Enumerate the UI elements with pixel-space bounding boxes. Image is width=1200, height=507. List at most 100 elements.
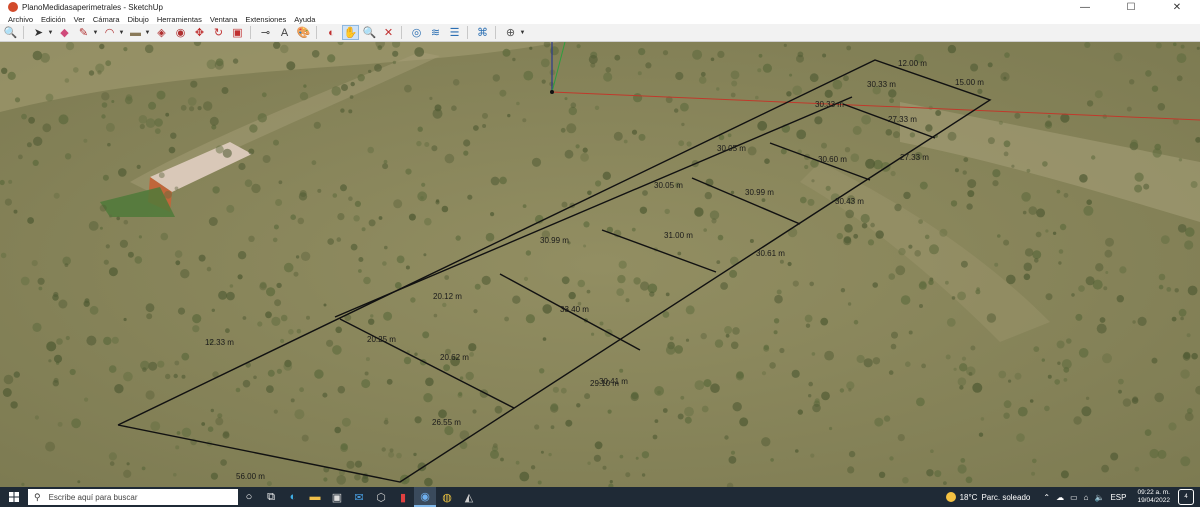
zoom-extents-icon[interactable]: ✕: [380, 25, 397, 40]
cloud-icon[interactable]: ☁: [1056, 493, 1064, 502]
shrub: [1144, 429, 1152, 436]
shrub: [1180, 369, 1190, 379]
shrub: [111, 100, 115, 103]
shrub: [123, 317, 127, 322]
followme-icon[interactable]: ◉: [172, 25, 189, 40]
terrain-icon[interactable]: ≋: [427, 25, 444, 40]
pencil-icon[interactable]: ✎: [75, 25, 92, 40]
extension-warehouse-icon[interactable]: ⊕: [502, 25, 519, 40]
move-icon[interactable]: ✥: [191, 25, 208, 40]
menu-extensiones[interactable]: Extensiones: [245, 15, 286, 24]
layers-icon[interactable]: ☰: [446, 25, 463, 40]
task-view-icon[interactable]: ⧉: [260, 487, 282, 507]
shrub: [889, 98, 894, 104]
shrub: [694, 207, 704, 217]
menu-ver[interactable]: Ver: [74, 15, 85, 24]
network-icon[interactable]: ⌂: [1084, 493, 1089, 502]
tape-measure-icon[interactable]: ⊸: [257, 25, 274, 40]
shrub: [603, 72, 613, 82]
arc-icon[interactable]: ◠: [101, 25, 118, 40]
menu-archivo[interactable]: Archivo: [8, 15, 33, 24]
shrub: [787, 261, 792, 267]
geo-location-icon[interactable]: ◎: [408, 25, 425, 40]
weather-widget[interactable]: 18°C Parc. soleado: [945, 492, 1030, 502]
zoom-icon[interactable]: 🔍: [361, 25, 378, 40]
shrub: [327, 238, 335, 245]
shrub: [83, 138, 88, 143]
chevron-down-icon[interactable]: ▼: [519, 30, 526, 36]
sketchup-layout-icon[interactable]: ◭: [458, 487, 480, 507]
paint-icon[interactable]: 🎨: [295, 25, 312, 40]
shrub: [388, 451, 395, 458]
shrub: [811, 179, 815, 183]
menu-ventana[interactable]: Ventana: [210, 15, 238, 24]
chevron-down-icon[interactable]: ▼: [92, 30, 99, 36]
shrub: [99, 204, 107, 212]
shrub: [732, 327, 740, 335]
shrub: [900, 295, 911, 305]
dimension-label: 27.33 m: [900, 153, 929, 162]
minimize-button[interactable]: —: [1062, 0, 1108, 14]
shrub: [358, 269, 362, 273]
windows-start-button[interactable]: [0, 487, 28, 507]
shrub: [843, 236, 852, 244]
cortana-icon[interactable]: ○: [238, 487, 260, 507]
sketchup-taskbar-icon[interactable]: ◉: [414, 487, 436, 507]
viewport-canvas[interactable]: 12.00 m 15.00 m 30.33 m 30.33 m 27.33 m 27.33…: [0, 42, 1200, 487]
menu-edicion[interactable]: Edición: [41, 15, 66, 24]
shrub: [599, 321, 604, 326]
menu-ayuda[interactable]: Ayuda: [294, 15, 315, 24]
model-viewport[interactable]: 12.00 m 15.00 m 30.33 m 30.33 m 27.33 m 27.33…: [0, 42, 1200, 487]
rotate-icon[interactable]: ↻: [210, 25, 227, 40]
shrub: [1143, 183, 1150, 190]
clock[interactable]: 09:22 a. m. 19/04/2022: [1137, 489, 1170, 505]
menu-herramientas[interactable]: Herramientas: [157, 15, 202, 24]
mail-icon[interactable]: ✉: [348, 487, 370, 507]
chrome-icon[interactable]: ◍: [436, 487, 458, 507]
store-icon[interactable]: ▣: [326, 487, 348, 507]
orbit-icon[interactable]: ◐: [323, 25, 340, 40]
file-explorer-icon[interactable]: ▬: [304, 487, 326, 507]
shrub: [443, 364, 450, 372]
shrub: [986, 313, 997, 323]
shrub: [1060, 470, 1069, 479]
shrub: [499, 89, 507, 97]
close-button[interactable]: ✕: [1154, 0, 1200, 14]
acrobat-icon[interactable]: ▮: [392, 487, 414, 507]
taskbar-search-input[interactable]: ⚲ Escribe aquí para buscar: [28, 489, 238, 505]
edge-icon[interactable]: ◐: [282, 487, 304, 507]
menu-camara[interactable]: Cámara: [93, 15, 120, 24]
eraser-icon[interactable]: ◆: [56, 25, 73, 40]
shrub: [173, 472, 177, 477]
shrub: [248, 148, 255, 155]
language-indicator[interactable]: ESP: [1110, 493, 1126, 502]
chevron-down-icon[interactable]: ▼: [144, 30, 151, 36]
shrub: [591, 332, 595, 336]
chevron-down-icon[interactable]: ▼: [118, 30, 125, 36]
dimension-label: 30.43 m: [835, 197, 864, 206]
shrub: [1134, 184, 1143, 193]
battery-icon[interactable]: ▭: [1070, 493, 1078, 502]
sun-icon: [945, 492, 956, 502]
text-icon[interactable]: A: [276, 25, 293, 40]
volume-icon[interactable]: 🔈: [1094, 493, 1104, 502]
shrub: [1178, 158, 1183, 162]
shrub: [197, 106, 202, 111]
scale-icon[interactable]: ▣: [229, 25, 246, 40]
shrub: [176, 431, 181, 435]
rectangle-icon[interactable]: ▬: [127, 25, 144, 40]
sandbox-icon[interactable]: ⌘: [474, 25, 491, 40]
notification-center-button[interactable]: 4: [1178, 489, 1194, 505]
chevron-up-icon[interactable]: ⌃: [1043, 493, 1050, 502]
search-icon[interactable]: 🔍: [2, 25, 19, 40]
shrub: [349, 95, 354, 99]
pushpull-icon[interactable]: ◈: [153, 25, 170, 40]
maximize-button[interactable]: ☐: [1108, 0, 1154, 14]
select-arrow-icon[interactable]: ➤: [30, 25, 47, 40]
menu-dibujo[interactable]: Dibujo: [128, 15, 149, 24]
shrub: [1054, 379, 1060, 385]
chevron-down-icon[interactable]: ▼: [47, 30, 54, 36]
pan-icon[interactable]: ✋: [342, 25, 359, 40]
app-icon[interactable]: ⬡: [370, 487, 392, 507]
shrub: [945, 354, 951, 360]
